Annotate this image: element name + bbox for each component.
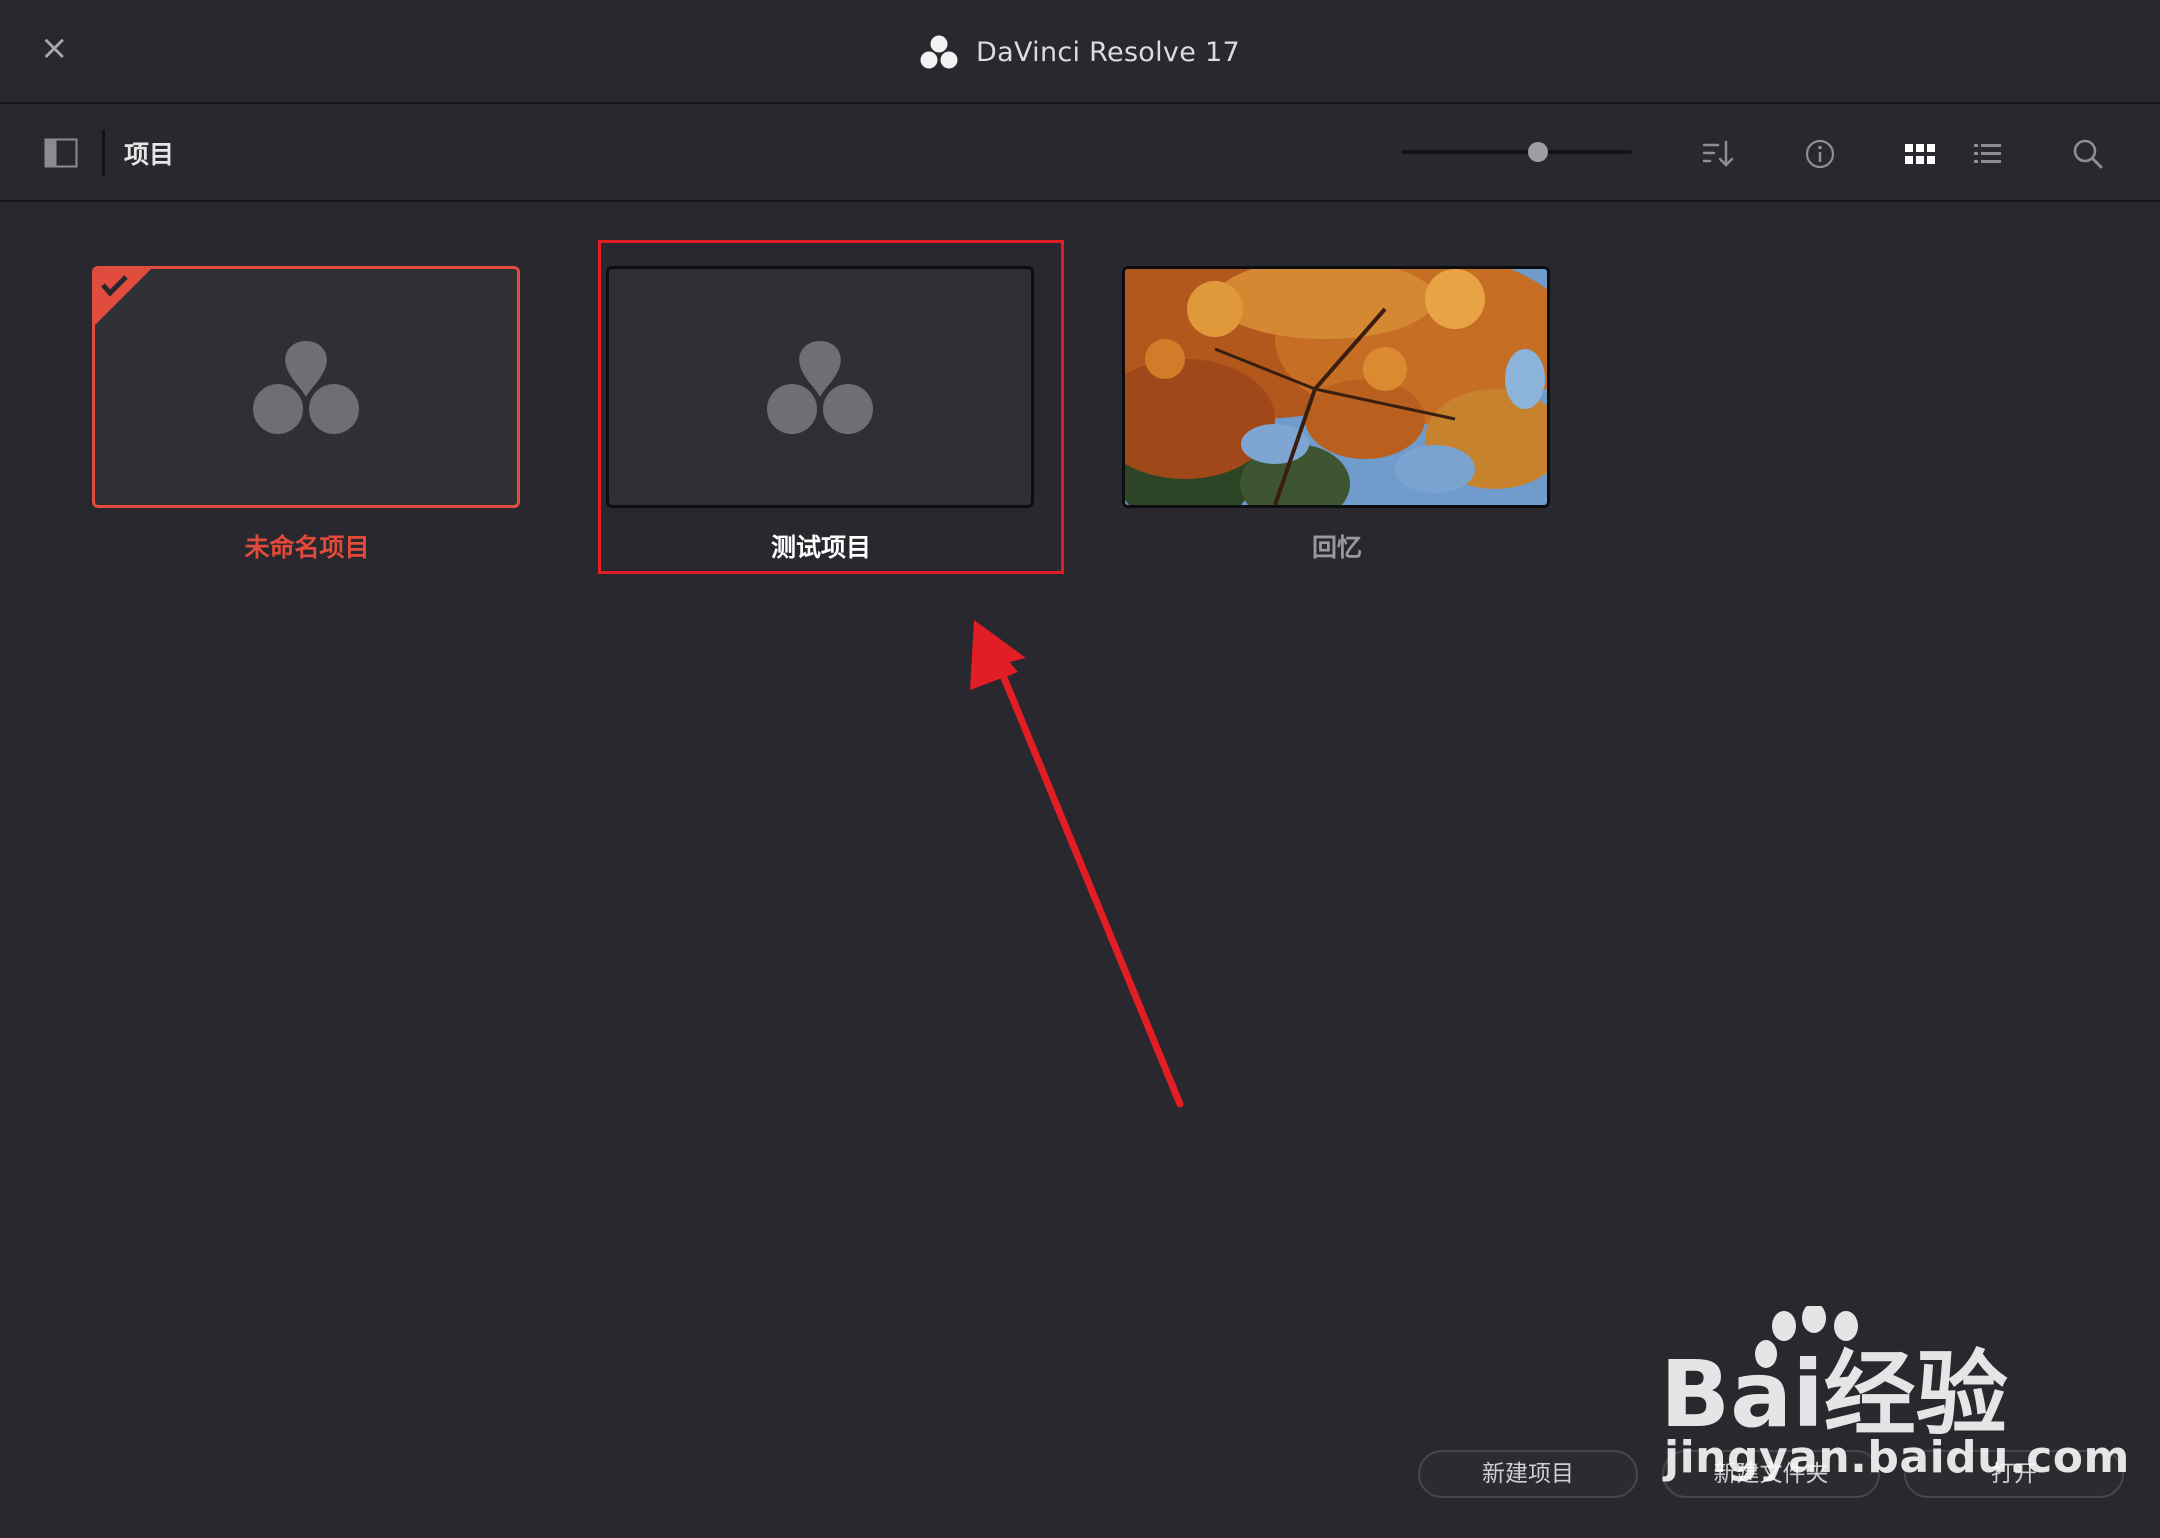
grid-view-icon[interactable] [1902, 136, 1938, 172]
thumbnail-zoom-slider[interactable] [1402, 142, 1632, 162]
search-icon[interactable] [2070, 136, 2106, 172]
project-card-memories[interactable]: 回忆 [1122, 266, 1552, 566]
project-thumbnail[interactable] [1122, 266, 1550, 508]
title-bar: × DaVinci Resolve 17 [0, 0, 2160, 104]
list-view-icon[interactable] [1970, 136, 2006, 172]
project-name: 未命名项目 [244, 533, 370, 562]
toolbar: 项目 [0, 104, 2160, 202]
new-project-button[interactable]: 新建项目 [1418, 1450, 1638, 1498]
project-grid: 未命名项目 测试项目 回忆 [0, 202, 2160, 1538]
project-thumbnail[interactable] [92, 266, 520, 508]
info-icon[interactable] [1802, 136, 1838, 172]
sort-icon[interactable] [1700, 136, 1736, 172]
davinci-logo-icon [920, 35, 958, 69]
autumn-leaves-image [1125, 269, 1547, 505]
project-card-untitled[interactable]: 未命名项目 [92, 266, 522, 566]
watermark-url: jingyan.baidu.com [1664, 1432, 2130, 1483]
resolve-logo-icon [253, 341, 359, 434]
window-title: DaVinci Resolve 17 [976, 36, 1240, 68]
slider-thumb[interactable] [1528, 142, 1548, 162]
window-title-group: DaVinci Resolve 17 [0, 30, 2160, 74]
project-name: 回忆 [1311, 533, 1362, 562]
toolbar-title: 项目 [124, 140, 175, 169]
slider-track [1402, 150, 1632, 154]
checkmark-icon [95, 269, 151, 325]
toolbar-divider [102, 130, 105, 176]
sidebar-toggle-icon[interactable] [44, 138, 78, 168]
annotation-highlight-box [598, 240, 1064, 574]
